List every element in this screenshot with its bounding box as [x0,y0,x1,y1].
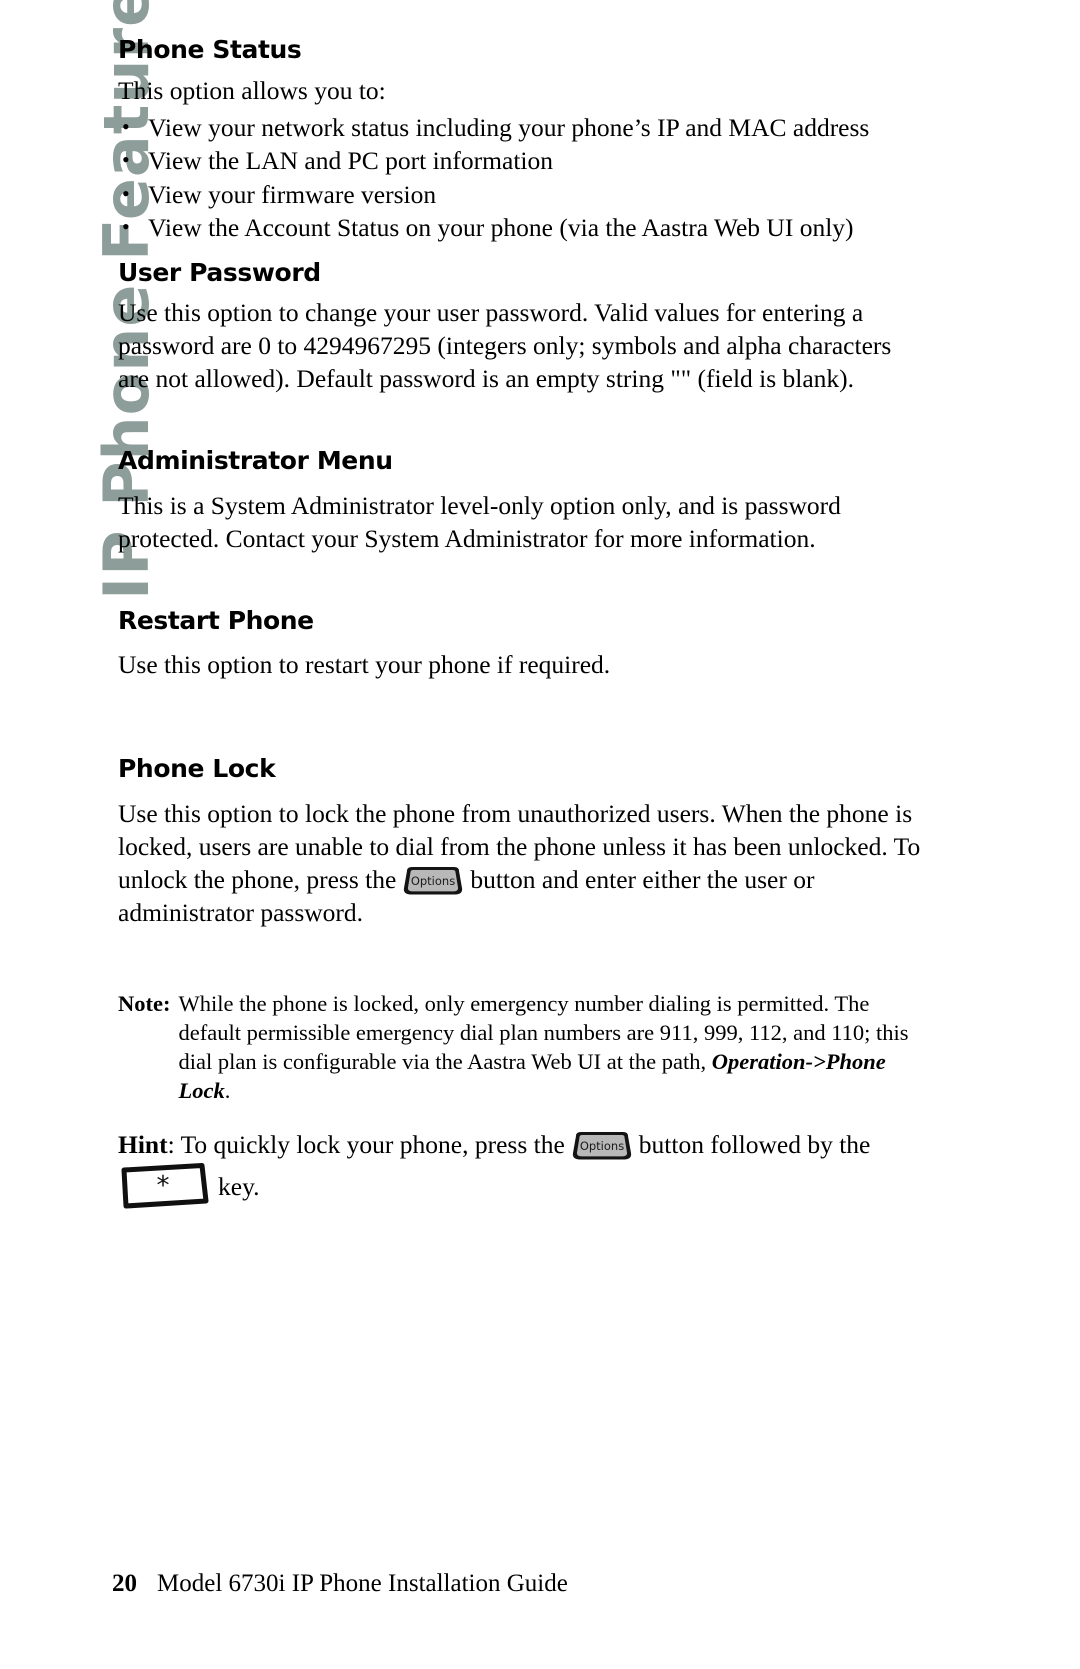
page-content: Phone Status This option allows you to: … [118,0,928,1209]
star-key-icon[interactable]: * [118,1162,212,1209]
options-button-label: Options [580,1139,624,1153]
page-footer: 20 Model 6730i IP Phone Installation Guid… [112,1570,568,1598]
heading-user-password: User Password [118,257,321,287]
options-button-label: Options [411,874,455,888]
hint-label: Hint [118,1129,168,1159]
page-number: 20 [112,1570,137,1597]
options-button-icon-hint[interactable]: Options [571,1131,633,1161]
hint-block: Hint: To quickly lock your phone, press … [118,1127,928,1209]
note-block: Note: While the phone is locked, only em… [118,989,928,1105]
phone-status-bullet-list: View your network status including your … [118,110,928,245]
list-item: View the LAN and PC port information [118,143,928,178]
administrator-menu-paragraph: This is a System Administrator level-onl… [118,490,841,553]
heading-restart-phone: Restart Phone [118,605,314,635]
note-line-2: default permissible emergency dial plan … [178,1019,909,1045]
star-key-glyph: * [157,1171,170,1201]
list-item: View the Account Status on your phone (v… [118,210,928,245]
side-tab: IP Phone Features [0,0,163,620]
hint-part1: : To quickly lock your phone, press the [167,1129,565,1159]
heading-administrator-menu: Administrator Menu [118,446,393,475]
footer-title: Model 6730i IP Phone Installation Guide [157,1570,568,1597]
list-item: View your firmware version [118,177,928,212]
heading-phone-lock: Phone Lock [118,754,276,783]
phone-status-intro: This option allows you to: [118,75,386,105]
phone-lock-paragraph: Use this option to lock the phone from u… [118,797,928,929]
note-body: While the phone is locked, only emergenc… [178,989,928,1105]
hint-part2: button followed by the [638,1129,871,1159]
note-path-period: . [224,1077,231,1103]
restart-phone-paragraph: Use this option to restart your phone if… [118,650,611,679]
options-button-icon[interactable]: Options [402,866,464,896]
note-line-3: dial plan is configurable via the Aastra… [178,1048,707,1074]
heading-phone-status: Phone Status [118,35,302,64]
list-item: View your network status including your … [118,110,928,145]
hint-part3: key. [218,1171,260,1201]
note-label: Note: [118,990,171,1016]
user-password-paragraph: Use this option to change your user pass… [118,298,892,393]
note-line-1: While the phone is locked, only emergenc… [178,990,870,1016]
